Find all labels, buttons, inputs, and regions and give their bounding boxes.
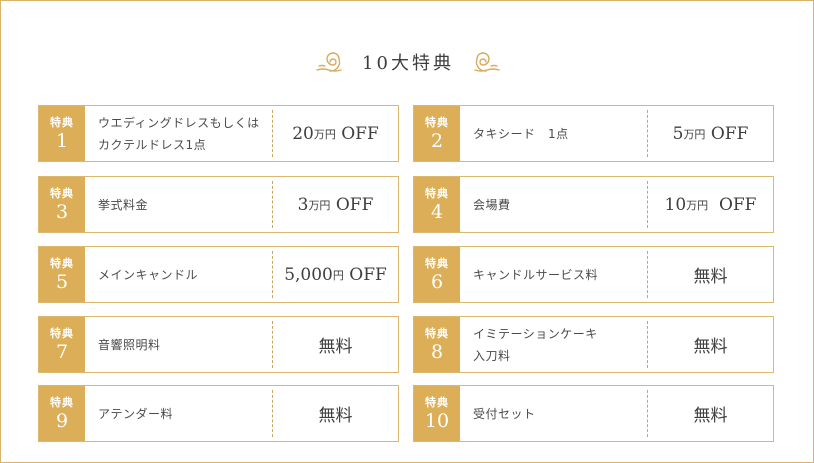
badge-number: 4 [430,200,444,223]
badge-label: 特典 [425,256,449,270]
benefit-value: 無料 [648,386,773,441]
badge-label: 特典 [50,395,74,409]
benefit-badge: 特典 6 [414,247,460,302]
benefit-value: 無料 [648,317,773,372]
badge-number: 10 [424,409,450,432]
benefit-item: アテンダー料 [98,406,174,421]
title-row: 10大特典 [1,45,814,79]
benefit-badge: 特典 8 [414,317,460,372]
swirl-ornament-right-icon [474,52,500,72]
benefit-value: 無料 [273,317,398,372]
badge-label: 特典 [50,326,74,340]
badge-number: 3 [55,200,69,223]
value-suffix: OFF [708,194,757,215]
benefit-card-1: 特典 1 ウエディングドレスもしくは カクテルドレス1点 20 万円 OFF [38,105,399,162]
page-title: 10大特典 [362,53,454,74]
value-amount: 5 [672,123,684,144]
benefit-card-3: 特典 3 挙式料金 3 万円 OFF [38,176,399,233]
benefit-item: タキシード 1点 [473,126,569,141]
benefit-card-10: 特典 10 受付セット 無料 [413,385,774,442]
badge-label: 特典 [425,115,449,129]
value-amount: 無料 [693,406,728,426]
badge-number: 1 [55,129,69,152]
badge-number: 2 [430,129,444,152]
benefit-item: イミテーションケーキ 入刀料 [473,326,598,363]
benefit-card-9: 特典 9 アテンダー料 無料 [38,385,399,442]
benefit-badge: 特典 5 [39,247,85,302]
benefit-item: ウエディングドレスもしくは カクテルドレス1点 [98,115,260,152]
swirl-ornament-left-icon [316,52,342,72]
value-suffix: OFF [330,194,374,215]
value-amount: 5,000 [284,264,333,285]
benefit-item: 音響照明料 [98,337,161,352]
badge-number: 7 [55,340,69,363]
badge-label: 特典 [425,186,449,200]
benefit-value: 無料 [273,386,398,441]
value-suffix: OFF [705,123,749,144]
value-amount: 3 [297,194,309,215]
benefit-value: 5 万円 OFF [648,106,773,161]
benefit-value: 5,000 円 OFF [273,247,398,302]
benefit-item: キャンドルサービス料 [473,267,599,282]
benefit-badge: 特典 10 [414,386,460,441]
benefit-card-4: 特典 4 会場費 10 万円 OFF [413,176,774,233]
value-suffix: OFF [343,264,387,285]
benefit-badge: 特典 9 [39,386,85,441]
badge-label: 特典 [50,256,74,270]
benefit-item: 挙式料金 [98,197,149,212]
benefit-badge: 特典 1 [39,106,85,161]
benefit-card-5: 特典 5 メインキャンドル 5,000 円 OFF [38,246,399,303]
benefit-value: 10 万円 OFF [648,177,773,232]
benefit-item: 受付セット [473,406,536,421]
value-unit: 万円 [683,127,706,141]
benefit-value: 20 万円 OFF [273,106,398,161]
badge-number: 6 [430,270,444,293]
badge-label: 特典 [50,115,74,129]
benefit-badge: 特典 4 [414,177,460,232]
badge-number: 8 [430,340,444,363]
value-unit: 万円 [308,198,331,212]
benefit-badge: 特典 7 [39,317,85,372]
badge-number: 9 [55,409,69,432]
badge-label: 特典 [425,326,449,340]
benefit-item: 会場費 [473,197,511,212]
benefits-panel: 10大特典 特典 1 ウエディングドレスもしくは カクテルドレス1点 20 万円 … [0,0,814,463]
value-amount: 無料 [318,406,353,426]
value-amount: 10 [664,194,687,215]
benefit-badge: 特典 3 [39,177,85,232]
badge-number: 5 [55,270,69,293]
value-unit: 円 [332,268,344,282]
value-suffix: OFF [335,123,379,144]
benefit-card-7: 特典 7 音響照明料 無料 [38,316,399,373]
benefit-value: 無料 [648,247,773,302]
benefit-badge: 特典 2 [414,106,460,161]
value-unit: 万円 [313,127,336,141]
benefit-value: 3 万円 OFF [273,177,398,232]
benefit-card-6: 特典 6 キャンドルサービス料 無料 [413,246,774,303]
badge-label: 特典 [50,186,74,200]
value-amount: 無料 [693,267,728,287]
benefit-card-2: 特典 2 タキシード 1点 5 万円 OFF [413,105,774,162]
benefit-item: メインキャンドル [98,267,199,282]
benefit-card-8: 特典 8 イミテーションケーキ 入刀料 無料 [413,316,774,373]
badge-label: 特典 [425,395,449,409]
value-amount: 無料 [693,337,728,357]
value-amount: 無料 [318,337,353,357]
value-amount: 20 [292,123,314,144]
value-unit: 万円 [686,198,709,212]
